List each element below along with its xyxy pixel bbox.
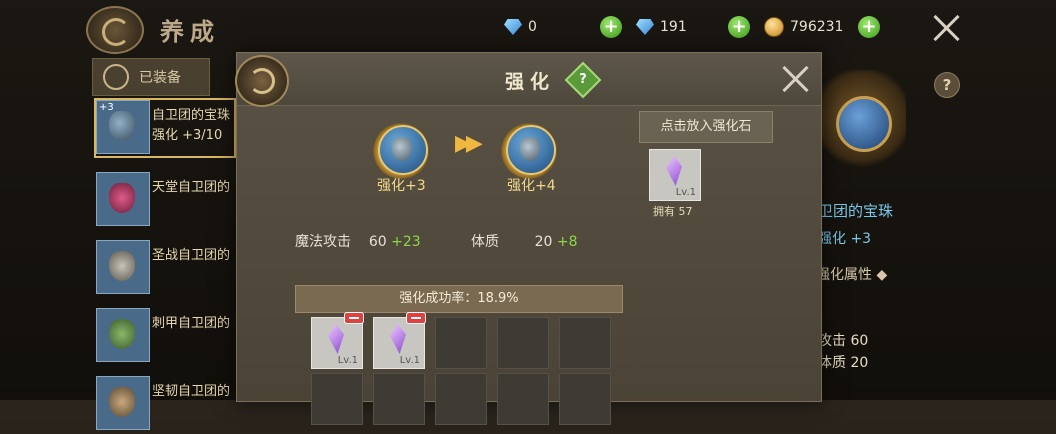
orb-item-icon: +3 [96,100,150,154]
crystal-icon [390,324,406,354]
remove-material-icon[interactable] [406,312,426,324]
list-item[interactable]: +3 自卫团的宝珠 强化 +3/10 [94,98,236,158]
helmet-icon [103,64,129,90]
dialog-title: 强化 [505,71,556,93]
boots-item-icon [96,376,150,430]
item-name: 坚韧自卫团的 [152,384,231,399]
hat-item-icon [96,240,150,294]
stone-level: Lv.1 [675,187,696,198]
material-slot-empty[interactable] [559,317,611,369]
detail-section-title: 强化属性 ◆ [816,267,888,283]
material-slot-empty[interactable] [559,373,611,425]
bound-diamond-amount: 191 [660,19,687,35]
enhance-dialog: 强化 ? 强化+3 ▶▶ 强化+4 魔法攻击 60 +23 体质 20 +8 点… [235,52,822,425]
item-name: 天堂自卫团的 [152,180,231,195]
material-slot-empty[interactable] [497,317,549,369]
crystal-icon [666,156,682,186]
bound-diamond-icon [636,19,654,35]
dialog-help-icon[interactable]: ? [564,61,602,99]
stat-row: 魔法攻击 60 +23 [295,234,421,250]
detail-item-name: 卫团的宝珠 [818,202,894,220]
list-item[interactable]: 刺甲自卫团的 [96,308,236,366]
bound-diamond-counter: 191 [636,16,687,38]
current-level-medal [369,117,433,181]
material-slot-empty[interactable] [497,373,549,425]
item-name: 自卫团的宝珠 [152,108,231,123]
close-dialog-icon[interactable] [781,65,809,93]
list-item[interactable]: 坚韧自卫团的 [96,376,236,434]
fast-forward-arrow-icon: ▶▶ [455,131,483,156]
orb-icon [836,96,892,152]
gold-amount: 796231 [790,19,844,35]
stat-row: 体质 20 +8 [471,234,578,250]
slot-level: Lv.1 [337,355,358,366]
remove-material-icon[interactable] [344,312,364,324]
stone-panel-header: 点击放入强化石 [639,111,773,143]
gold-coin-icon [764,17,784,37]
slot-level: Lv.1 [399,355,420,366]
menu-emblem-icon [86,6,144,54]
material-slot-empty[interactable] [373,373,425,425]
item-level: 强化 +3/10 [152,128,223,143]
help-button[interactable]: ? [934,72,960,98]
dialog-header: 强化 ? [235,53,821,107]
detail-stat: 体质 20 [818,355,869,371]
add-diamond-button[interactable]: + [600,16,622,38]
material-slot-empty[interactable] [311,373,363,425]
gold-counter: 796231 [764,16,843,38]
material-slot-filled[interactable]: Lv.1 [373,312,426,369]
diamond-icon [504,19,522,35]
list-item[interactable]: 天堂自卫团的 [96,172,236,230]
success-rate-bar: 强化成功率：18.9% [295,285,623,313]
top-bar: 养成 0 + 191 + 796231 + [0,0,1056,56]
tab-equipped-label: 已装备 [139,70,181,86]
item-plus-badge: +3 [99,102,114,113]
item-portrait [818,70,906,174]
diamond-amount: 0 [528,19,537,35]
armor-item-icon [96,308,150,362]
add-gold-button[interactable]: + [858,16,880,38]
list-item[interactable]: 圣战自卫团的 [96,240,236,298]
necklace-item-icon [96,172,150,226]
crystal-icon [328,324,344,354]
material-slot-empty[interactable] [435,373,487,425]
item-name: 圣战自卫团的 [152,248,231,263]
stone-owned-count: 拥有 57 [653,205,693,218]
add-bound-diamond-button[interactable]: + [728,16,750,38]
to-level-label: 强化+4 [507,178,556,194]
from-level-label: 强化+3 [377,178,426,194]
material-slot-empty[interactable] [435,317,487,369]
material-slot-filled[interactable]: Lv.1 [311,312,364,369]
item-name: 刺甲自卫团的 [152,316,231,331]
next-level-medal [497,117,561,181]
enhance-stone-slot[interactable]: Lv.1 [649,149,701,201]
dialog-emblem-icon [235,55,289,107]
detail-item-level: 强化 +3 [818,231,872,247]
tab-equipped[interactable]: 已装备 [92,58,210,96]
close-page-icon[interactable] [932,14,960,42]
page-title: 养成 [160,18,220,46]
diamond-counter: 0 [504,16,537,38]
